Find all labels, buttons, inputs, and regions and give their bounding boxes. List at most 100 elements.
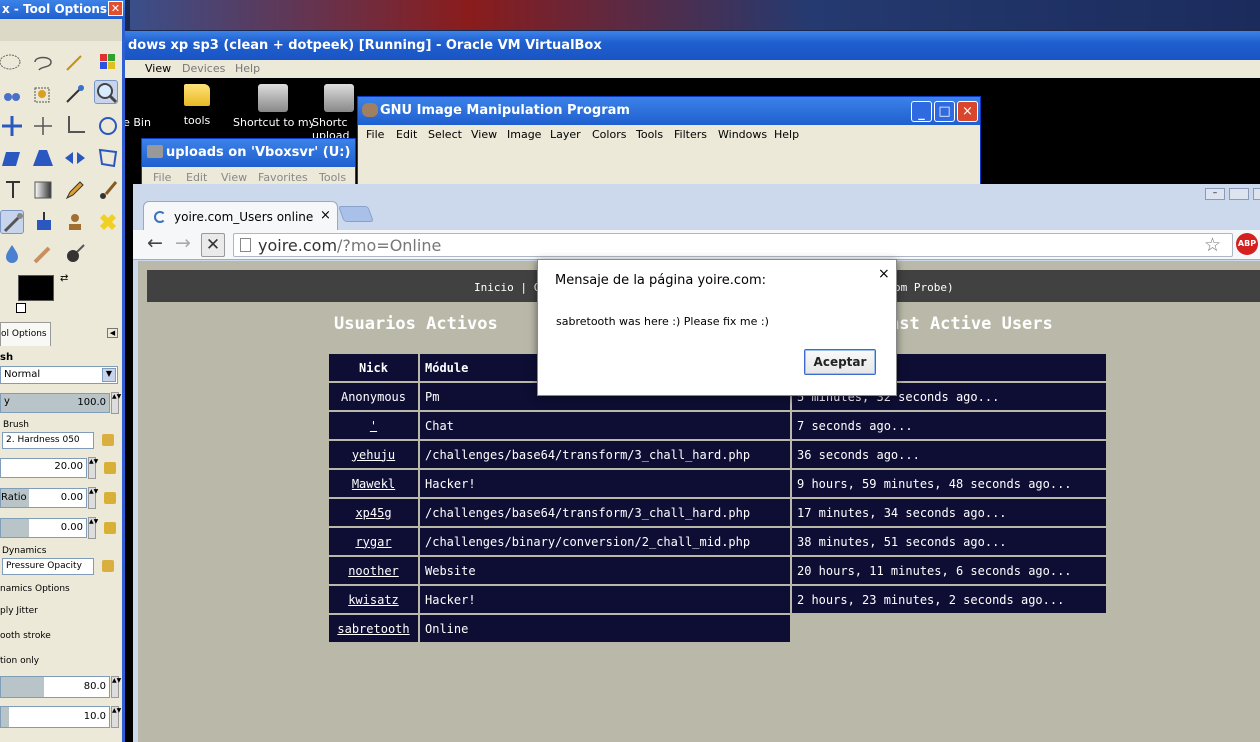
nick-cell[interactable]: noother	[329, 557, 418, 584]
vbox-menu-help[interactable]: Help	[235, 62, 260, 75]
dialog-close-icon[interactable]: ×	[878, 266, 890, 282]
gimp-menu-file[interactable]: File	[366, 128, 384, 141]
nick-cell[interactable]: xp45g	[329, 499, 418, 526]
default-colors-icon[interactable]	[16, 303, 26, 313]
angle-field[interactable]: 0.00	[0, 518, 87, 538]
flip-icon[interactable]	[63, 146, 87, 170]
crop-icon[interactable]	[63, 114, 87, 138]
explorer-menu-edit[interactable]: Edit	[186, 171, 207, 184]
nick-link[interactable]: kwisatz	[348, 593, 399, 607]
smooth-stroke-checkbox[interactable]: ooth stroke	[0, 631, 51, 641]
nick-link[interactable]: rygar	[355, 535, 391, 549]
nick-link[interactable]: yehuju	[352, 448, 395, 462]
aspect-ratio-spinner[interactable]: ▲▼	[88, 487, 98, 509]
minimize-button[interactable]: _	[911, 101, 932, 122]
nick-cell[interactable]: sabretooth	[329, 615, 418, 642]
perspective-icon[interactable]	[31, 146, 55, 170]
pencil-icon[interactable]	[63, 178, 87, 202]
gimp-menu-filters[interactable]: Filters	[674, 128, 707, 141]
heal-icon[interactable]	[96, 210, 120, 234]
gimp-menu-view[interactable]: View	[471, 128, 497, 141]
explorer-menu-tools[interactable]: Tools	[319, 171, 346, 184]
gimp-menu-help[interactable]: Help	[774, 128, 799, 141]
explorer-menu-view[interactable]: View	[221, 171, 247, 184]
tab-close-icon[interactable]: ×	[320, 208, 331, 223]
align-icon[interactable]	[31, 114, 55, 138]
airbrush-icon[interactable]	[0, 210, 24, 234]
weight-slider[interactable]: 10.0	[0, 706, 110, 728]
browser-maximize-button[interactable]	[1229, 188, 1249, 200]
quality-slider[interactable]: 80.0	[0, 676, 110, 698]
gimp-menu-layer[interactable]: Layer	[550, 128, 581, 141]
address-bar[interactable]: yoire.com/?mo=Online ☆	[233, 233, 1233, 257]
fuzzy-select-icon[interactable]	[63, 50, 87, 74]
angle-reset-icon[interactable]	[104, 522, 116, 534]
foreground-color-swatch[interactable]	[18, 275, 54, 301]
gimp-menu-tools[interactable]: Tools	[636, 128, 663, 141]
color-select-icon[interactable]	[96, 50, 120, 74]
aspect-ratio-field[interactable]: Ratio 0.00	[0, 488, 87, 508]
dodge-burn-icon[interactable]	[63, 242, 87, 266]
zoom-icon[interactable]	[94, 80, 118, 104]
tab-tool-options[interactable]: ol Options	[0, 322, 51, 346]
quality-spinner[interactable]: ▲▼	[111, 676, 121, 698]
clone-icon[interactable]	[63, 210, 87, 234]
paintbrush-icon[interactable]	[96, 178, 120, 202]
explorer-menu-favorites[interactable]: Favorites	[258, 171, 308, 184]
move-icon[interactable]	[0, 114, 24, 138]
desktop-icon-shortcut-1[interactable]: Shortcut to myuscsrpa...	[233, 84, 313, 142]
maximize-button[interactable]: □	[934, 101, 955, 122]
nick-link[interactable]: xp45g	[355, 506, 391, 520]
paths-icon[interactable]	[63, 82, 87, 106]
accept-button[interactable]: Aceptar	[804, 349, 876, 375]
forward-arrow-icon[interactable]: →	[175, 232, 191, 254]
brush-field[interactable]: 2. Hardness 050	[2, 432, 94, 449]
ink-icon[interactable]	[31, 210, 55, 234]
nick-cell[interactable]: '	[329, 412, 418, 439]
brush-edit-icon[interactable]	[102, 434, 114, 446]
desktop-icon-shortcut-2[interactable]: Shortc upload	[312, 84, 354, 142]
toolbox-close-button[interactable]: ✕	[108, 1, 123, 16]
explorer-menu-file[interactable]: File	[153, 171, 171, 184]
nick-link[interactable]: Mawekl	[352, 477, 395, 491]
browser-tab[interactable]: yoire.com_Users online ×	[143, 201, 338, 231]
browser-close-button[interactable]	[1253, 188, 1260, 200]
dynamics-edit-icon[interactable]	[102, 560, 114, 572]
text-icon[interactable]	[0, 178, 24, 202]
nick-cell[interactable]: rygar	[329, 528, 418, 555]
browser-minimize-button[interactable]: –	[1205, 188, 1225, 200]
weight-spinner[interactable]: ▲▼	[111, 706, 121, 728]
lasso-icon[interactable]	[31, 50, 55, 74]
new-tab-button[interactable]	[338, 206, 374, 222]
vbox-menu-devices[interactable]: Devices	[182, 62, 225, 75]
nick-link[interactable]: '	[370, 419, 377, 433]
dynamics-options-expander[interactable]: namics Options	[0, 584, 70, 594]
gimp-menu-windows[interactable]: Windows	[718, 128, 767, 141]
swap-colors-icon[interactable]: ⇄	[60, 273, 68, 284]
site-nav-left[interactable]: Inicio | C	[474, 281, 540, 294]
nick-cell[interactable]: yehuju	[329, 441, 418, 468]
angle-spinner[interactable]: ▲▼	[88, 517, 98, 539]
nick-cell[interactable]: kwisatz	[329, 586, 418, 613]
size-reset-icon[interactable]	[104, 462, 116, 474]
nick-cell[interactable]: Mawekl	[329, 470, 418, 497]
opacity-spinner[interactable]: ▲▼	[111, 392, 121, 414]
gimp-menu-select[interactable]: Select	[428, 128, 462, 141]
gimp-menu-colors[interactable]: Colors	[592, 128, 626, 141]
size-spinner[interactable]: ▲▼	[88, 457, 98, 479]
foreground-select-icon[interactable]	[31, 82, 55, 106]
site-nav-right[interactable]: om Probe)	[894, 281, 954, 294]
adblock-icon[interactable]: ABP	[1236, 233, 1258, 255]
tab-menu-icon[interactable]: ◀	[107, 328, 118, 338]
desktop-icon-tools[interactable]: tools	[157, 84, 237, 127]
shear-icon[interactable]	[0, 146, 24, 170]
dynamics-field[interactable]: Pressure Opacity	[2, 558, 94, 575]
opacity-slider[interactable]: y 100.0	[0, 393, 110, 413]
rotate-icon[interactable]	[96, 114, 120, 138]
nick-link[interactable]: noother	[348, 564, 399, 578]
ratio-reset-icon[interactable]	[104, 492, 116, 504]
cage-transform-icon[interactable]	[96, 146, 120, 170]
apply-jitter-checkbox[interactable]: ply Jitter	[0, 606, 38, 616]
motion-only-checkbox[interactable]: tion only	[0, 656, 39, 666]
mode-select[interactable]: Normal ▼	[0, 366, 118, 384]
